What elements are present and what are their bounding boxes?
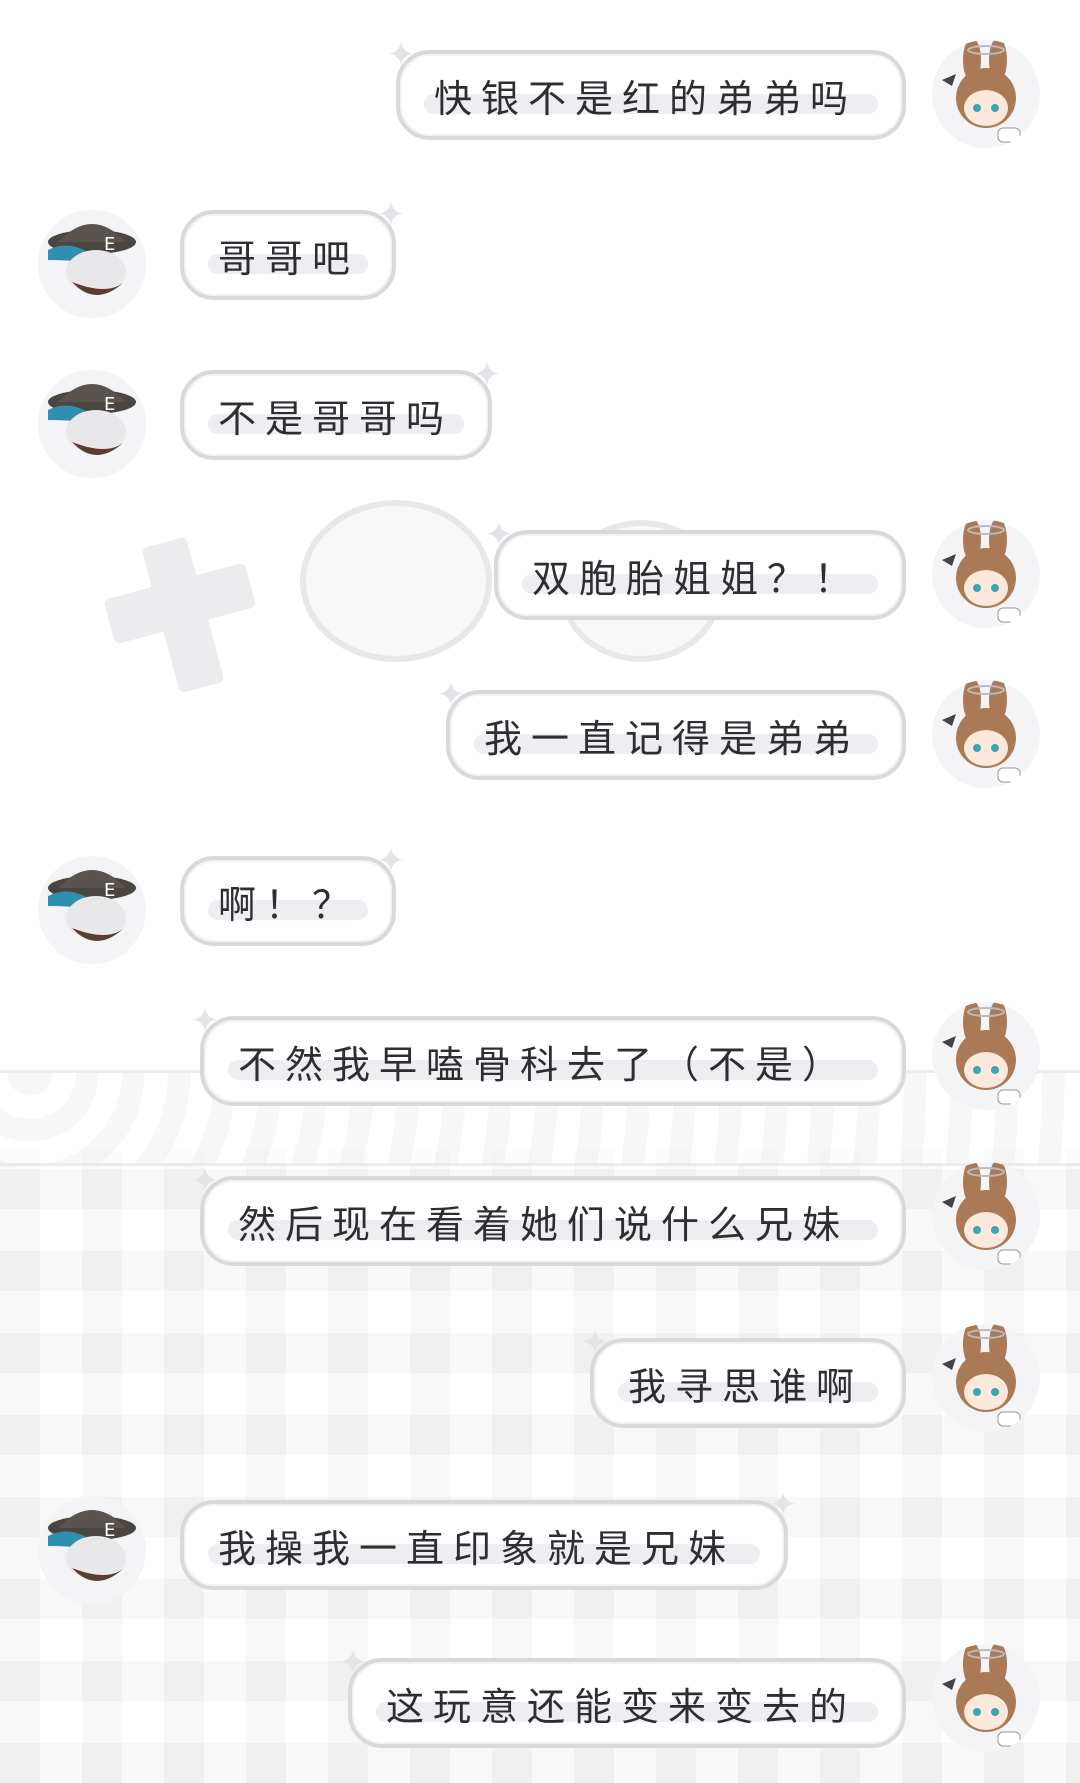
message-bubble[interactable]: ✦ 不是哥哥吗 [180,358,501,460]
message-text: 这玩意还能变来变去的 [386,1684,857,1729]
message-bubble[interactable]: ✦ 我寻思谁啊 [581,1326,906,1428]
star-icon: ✦ [472,355,502,395]
hat-boy-avatar-icon[interactable]: E [38,210,146,318]
hat-boy-avatar-icon[interactable]: E [38,370,146,478]
star-icon: ✦ [768,1485,798,1525]
hat-boy-avatar-icon[interactable]: E [38,856,146,964]
svg-text:E: E [104,1520,115,1541]
bunny-girl-avatar-icon[interactable] [932,680,1040,788]
star-icon: ✦ [338,1643,368,1683]
message-bubble[interactable]: ✦ 快银不是红的弟弟吗 [387,38,906,140]
message-text: 然后现在看着她们说什么兄妹 [238,1202,850,1247]
bunny-girl-avatar-icon[interactable] [932,1002,1040,1110]
svg-text:E: E [104,394,115,415]
message-text: 双胞胎姐姐？！ [532,556,862,601]
bunny-girl-avatar-icon[interactable] [932,1324,1040,1432]
star-icon: ✦ [190,1001,220,1041]
message-bubble[interactable]: ✦ 不然我早嗑骨科去了（不是） [191,1004,906,1106]
message-bubble[interactable]: ✦ 这玩意还能变来变去的 [339,1646,906,1748]
bunny-girl-avatar-icon[interactable] [932,1162,1040,1270]
star-icon: ✦ [436,675,466,715]
star-icon: ✦ [376,195,406,235]
message-text: 啊！？ [218,882,360,927]
bunny-girl-avatar-icon[interactable] [932,1644,1040,1752]
message-text: 快银不是红的弟弟吗 [434,76,858,121]
message-bubble[interactable]: ✦ 我操我一直印象就是兄妹 [180,1488,797,1590]
svg-text:E: E [104,880,115,901]
message-bubble[interactable]: ✦ 然后现在看着她们说什么兄妹 [191,1164,906,1266]
star-icon: ✦ [484,515,514,555]
kitty-decoration-icon [300,500,492,662]
star-icon: ✦ [190,1161,220,1201]
bunny-girl-avatar-icon[interactable] [932,40,1040,148]
hat-boy-avatar-icon[interactable]: E [38,1496,146,1604]
message-text: 我操我一直印象就是兄妹 [218,1526,736,1571]
message-text: 不是哥哥吗 [218,396,454,441]
message-bubble[interactable]: ✦ 我一直记得是弟弟 [437,678,906,780]
message-text: 我一直记得是弟弟 [484,716,861,761]
message-bubble[interactable]: ✦ 啊！？ [180,844,405,946]
star-icon: ✦ [386,35,416,75]
message-text: 哥哥吧 [218,236,360,281]
star-icon: ✦ [376,841,406,881]
message-text: 不然我早嗑骨科去了（不是） [238,1042,850,1087]
message-bubble[interactable]: ✦ 哥哥吧 [180,198,405,300]
cross-decoration-icon [141,536,225,694]
message-text: 我寻思谁啊 [628,1364,864,1409]
svg-text:E: E [104,234,115,255]
star-icon: ✦ [580,1323,610,1363]
message-bubble[interactable]: ✦ 双胞胎姐姐？！ [485,518,906,620]
bunny-girl-avatar-icon[interactable] [932,520,1040,628]
